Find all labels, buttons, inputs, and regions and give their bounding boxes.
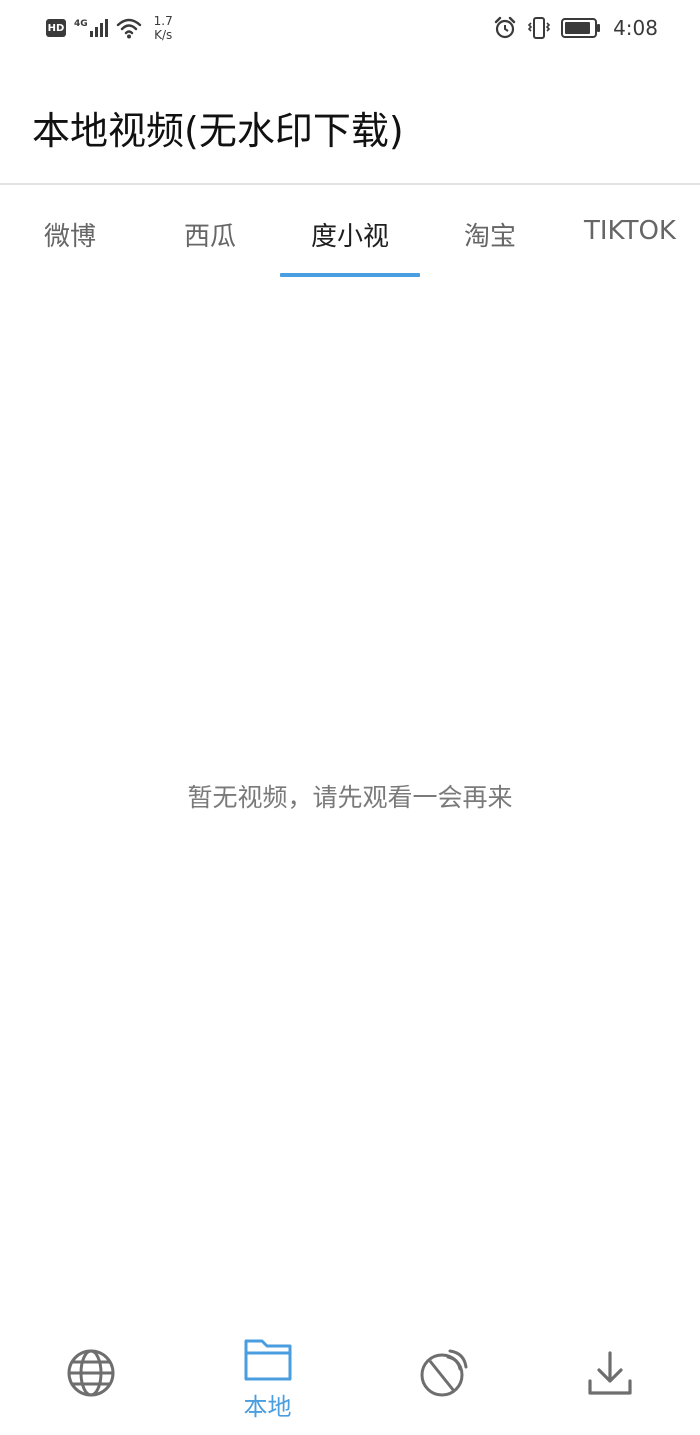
- header-divider: [0, 183, 700, 185]
- nav-discover[interactable]: [356, 1315, 531, 1425]
- tab-duxiaoshi[interactable]: 度小视: [280, 216, 420, 253]
- vibrate-icon: [527, 17, 551, 39]
- status-left: HD 4G 1.7 K/s: [46, 14, 173, 42]
- wifi-icon: [116, 18, 141, 39]
- alarm-icon: [494, 16, 516, 39]
- net-speed-unit: K/s: [154, 28, 173, 42]
- nav-local-label: 本地: [243, 1393, 292, 1421]
- nav-browser[interactable]: [3, 1315, 178, 1425]
- bottom-nav: 本地: [0, 1315, 700, 1435]
- network-type: 4G: [74, 19, 88, 29]
- nav-local[interactable]: 本地: [180, 1315, 355, 1425]
- globe-icon: [67, 1349, 114, 1397]
- tab-bar: 微博 西瓜 度小视 淘宝 TIKTOK: [0, 186, 700, 278]
- signal-icon: [89, 19, 108, 37]
- tab-weibo[interactable]: 微博: [0, 216, 140, 253]
- battery-icon: [561, 18, 601, 38]
- net-speed-value: 1.7: [153, 14, 173, 28]
- status-right: 4:08: [493, 16, 658, 40]
- tab-taobao[interactable]: 淘宝: [420, 216, 560, 253]
- tab-xigua[interactable]: 西瓜: [140, 216, 280, 253]
- page-title: 本地视频(无水印下载): [32, 109, 404, 153]
- nav-download[interactable]: [522, 1315, 697, 1425]
- net-speed: 1.7 K/s: [154, 14, 173, 42]
- download-icon: [587, 1351, 632, 1395]
- empty-state-message: 暂无视频，请先观看一会再来: [187, 783, 513, 812]
- active-tab-indicator: [280, 273, 420, 277]
- status-bar: HD 4G 1.7 K/s 4:08: [0, 0, 700, 60]
- hd-badge: HD: [46, 19, 66, 37]
- tab-tiktok[interactable]: TIKTOK: [560, 216, 700, 246]
- folder-icon: [244, 1339, 291, 1381]
- satellite-dish-icon: [420, 1349, 467, 1397]
- clock-time: 4:08: [613, 16, 658, 40]
